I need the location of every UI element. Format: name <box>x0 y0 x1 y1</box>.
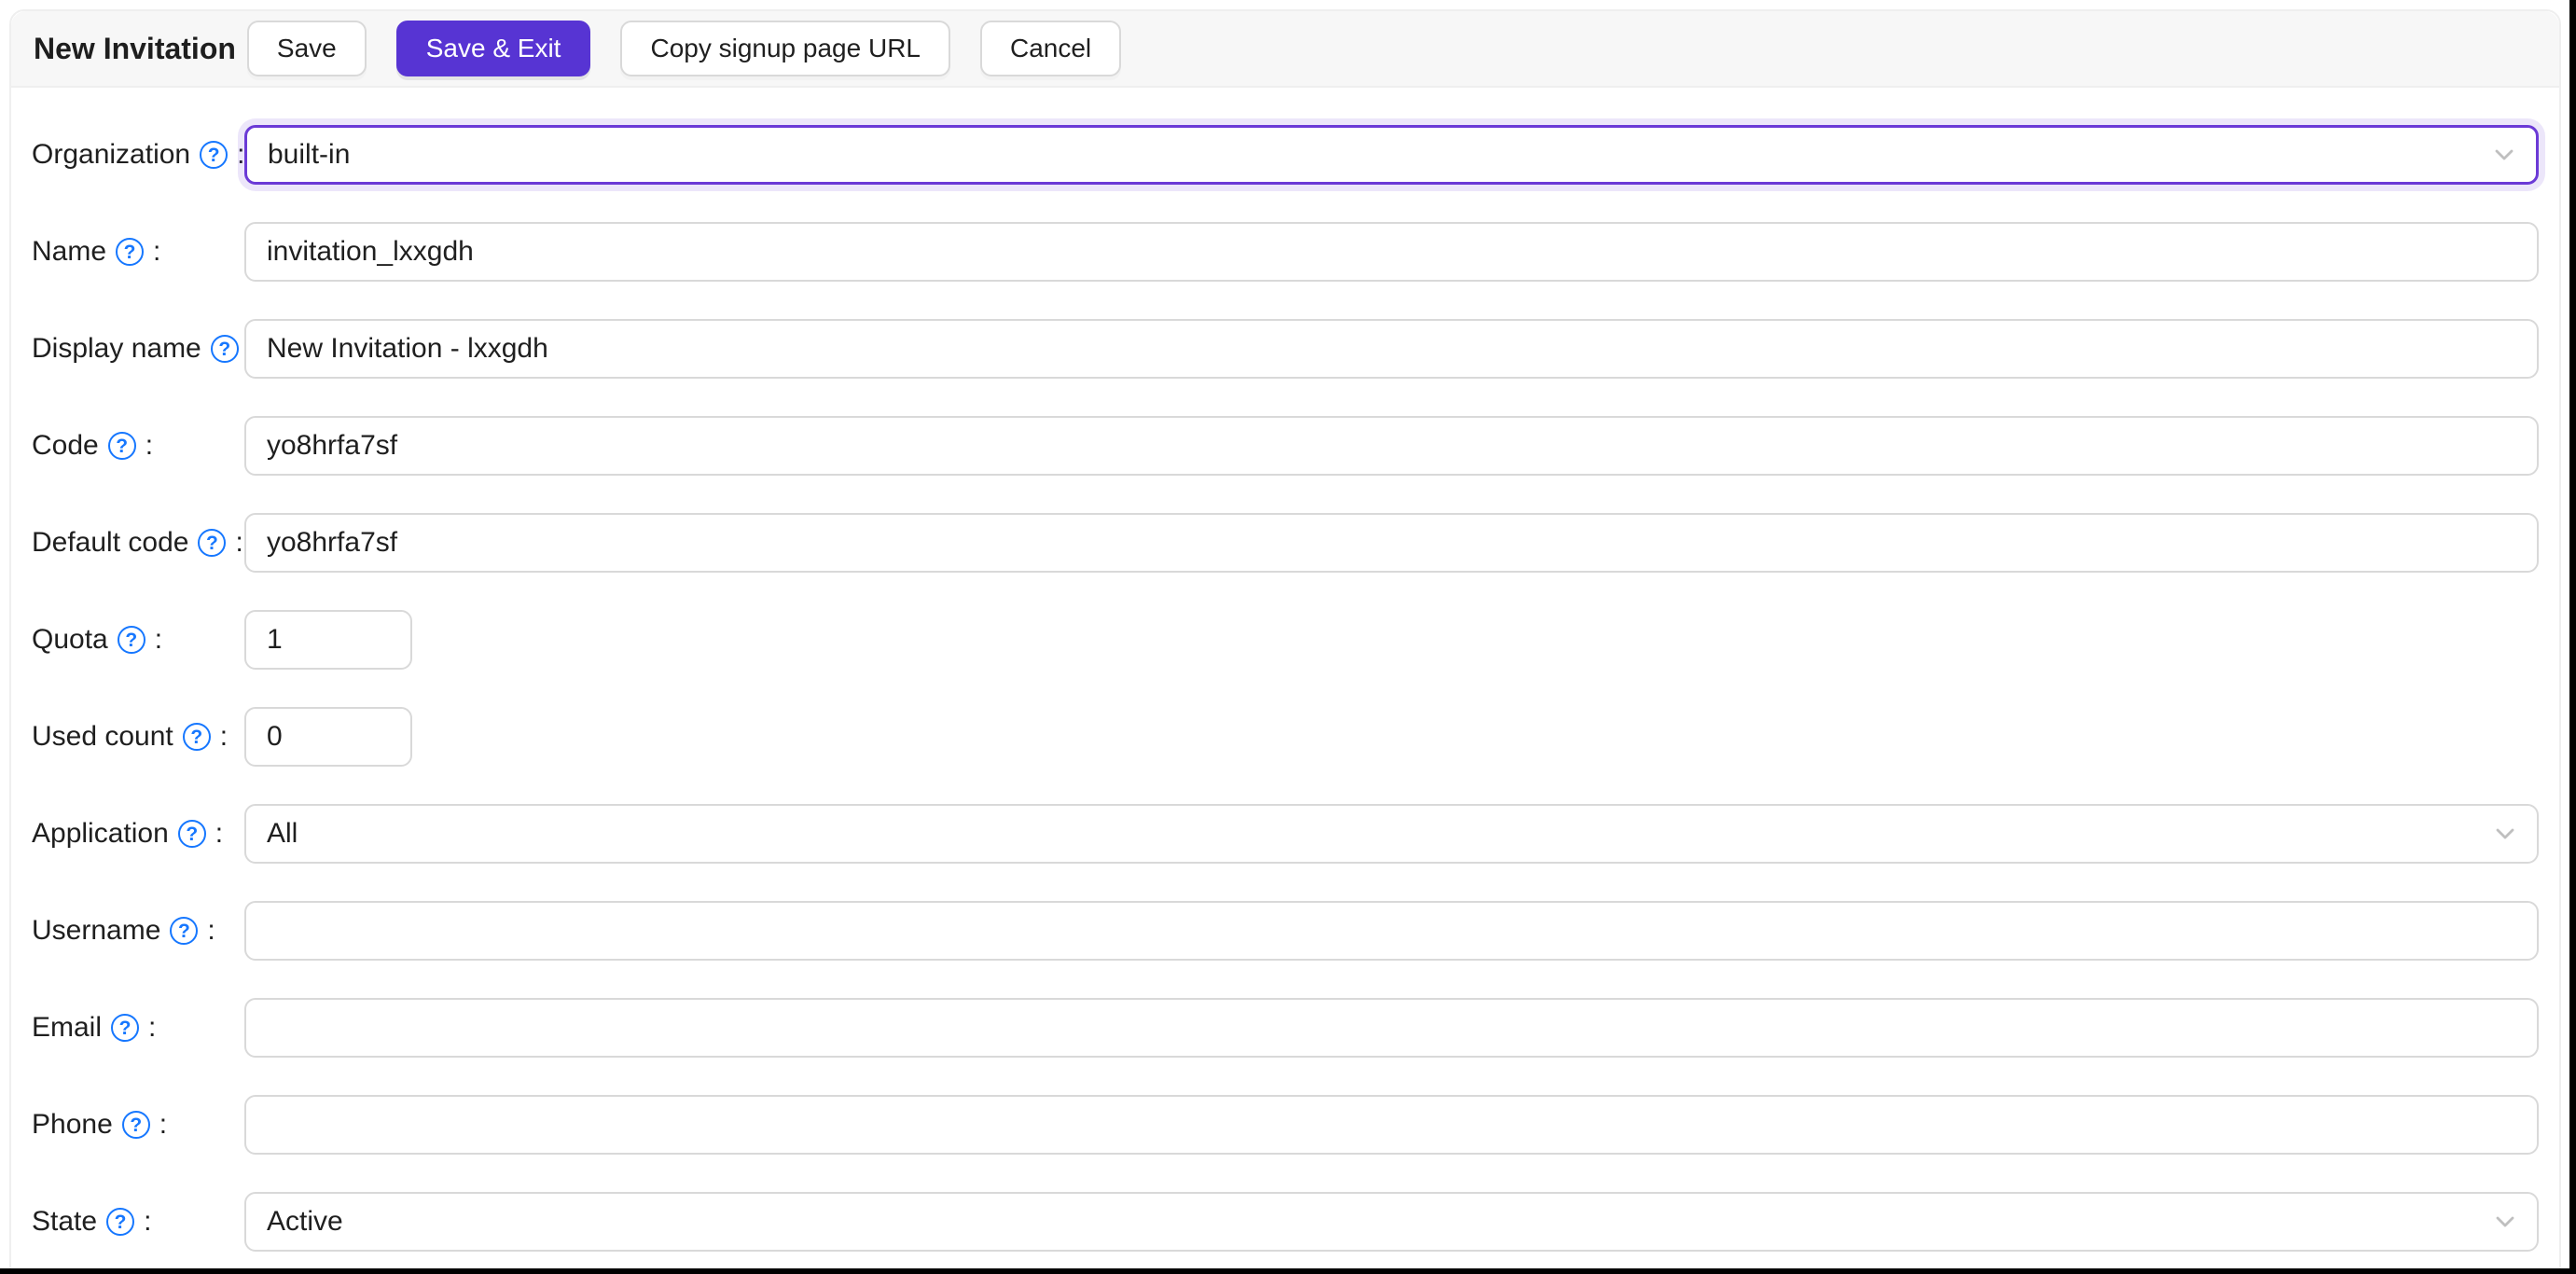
help-icon[interactable]: ? <box>121 1111 150 1139</box>
save-button[interactable]: Save <box>246 21 367 76</box>
username-input[interactable] <box>244 901 2539 961</box>
colon: : <box>145 430 154 461</box>
help-icon[interactable]: ? <box>116 238 145 266</box>
invitation-edit-card: New Invitation Save Save & Exit Copy sig… <box>9 9 2561 1274</box>
help-icon[interactable]: ? <box>111 1014 140 1042</box>
form-row-used-count: Used count ? : <box>32 707 2539 767</box>
colon: : <box>235 527 243 558</box>
name-label: Name <box>32 236 107 267</box>
code-input[interactable] <box>244 416 2539 476</box>
phone-field[interactable] <box>244 1095 2539 1155</box>
chevron-down-icon <box>2494 823 2516 845</box>
help-icon[interactable]: ? <box>198 529 227 557</box>
help-icon[interactable]: ? <box>200 141 229 169</box>
code-label: Code <box>32 430 99 461</box>
display-name-label: Display name <box>32 333 201 364</box>
state-select-value: Active <box>267 1206 343 1237</box>
page: New Invitation Save Save & Exit Copy sig… <box>0 0 2576 1274</box>
organization-select-value: built-in <box>268 139 351 170</box>
help-icon[interactable]: ? <box>182 723 211 751</box>
application-select-value: All <box>267 818 298 849</box>
help-icon[interactable]: ? <box>106 1208 135 1236</box>
form-row-organization: Organization ? : built-in <box>32 125 2539 185</box>
application-select[interactable]: All <box>244 804 2539 864</box>
form-row-code: Code ? : <box>32 416 2539 476</box>
help-icon[interactable]: ? <box>107 432 136 460</box>
organization-label: Organization <box>32 139 191 170</box>
invitation-form: Organization ? : built-in Name ?: invit… <box>11 125 2559 1274</box>
application-label: Application <box>32 818 169 849</box>
help-icon[interactable]: ? <box>170 917 199 945</box>
used-count-label: Used count <box>32 721 173 752</box>
form-row-state: State ? : Active <box>32 1192 2539 1252</box>
default-code-input[interactable] <box>244 513 2539 573</box>
help-icon[interactable]: ? <box>117 626 145 654</box>
form-row-name: Name ? : <box>32 222 2539 282</box>
card-header: New Invitation Save Save & Exit Copy sig… <box>11 11 2559 88</box>
state-label: State <box>32 1206 98 1237</box>
phone-label: Phone <box>32 1109 113 1140</box>
colon: : <box>153 236 161 267</box>
save-and-exit-button[interactable]: Save & Exit <box>395 21 591 76</box>
screenshot-bottom-edge <box>0 1268 2576 1274</box>
colon: : <box>144 1206 152 1237</box>
help-icon[interactable]: ? <box>177 820 206 848</box>
form-row-application: Application ? : All <box>32 804 2539 864</box>
chevron-down-icon <box>2493 144 2515 166</box>
used-count-input[interactable] <box>244 707 412 767</box>
cancel-button[interactable]: Cancel <box>979 21 1122 76</box>
form-row-display-name: Display name ? : <box>32 319 2539 379</box>
form-row-username: Username ? : <box>32 901 2539 961</box>
colon: : <box>219 721 229 752</box>
organization-select[interactable]: built-in <box>244 125 2539 185</box>
screenshot-right-edge <box>2569 0 2576 1274</box>
form-row-phone: Phone ? : <box>32 1095 2539 1155</box>
email-label: Email <box>32 1012 103 1043</box>
name-input[interactable] <box>244 222 2539 282</box>
copy-signup-page-url-button[interactable]: Copy signup page URL <box>620 21 950 76</box>
username-label: Username <box>32 915 161 946</box>
display-name-input[interactable] <box>244 319 2539 379</box>
colon: : <box>215 818 224 849</box>
quota-label: Quota <box>32 624 108 655</box>
email-field[interactable] <box>244 998 2539 1058</box>
colon: : <box>159 1109 168 1140</box>
form-row-quota: Quota ? : <box>32 610 2539 670</box>
quota-input[interactable] <box>244 610 412 670</box>
form-row-default-code: Default code ? : <box>32 513 2539 573</box>
state-select[interactable]: Active <box>244 1192 2539 1252</box>
form-row-email: Email ? : <box>32 998 2539 1058</box>
page-title: New Invitation <box>34 31 236 65</box>
chevron-down-icon <box>2494 1211 2516 1233</box>
default-code-label: Default code <box>32 527 189 558</box>
colon: : <box>207 915 215 946</box>
colon: : <box>148 1012 157 1043</box>
colon: : <box>154 624 163 655</box>
help-icon[interactable]: ? <box>210 335 239 363</box>
